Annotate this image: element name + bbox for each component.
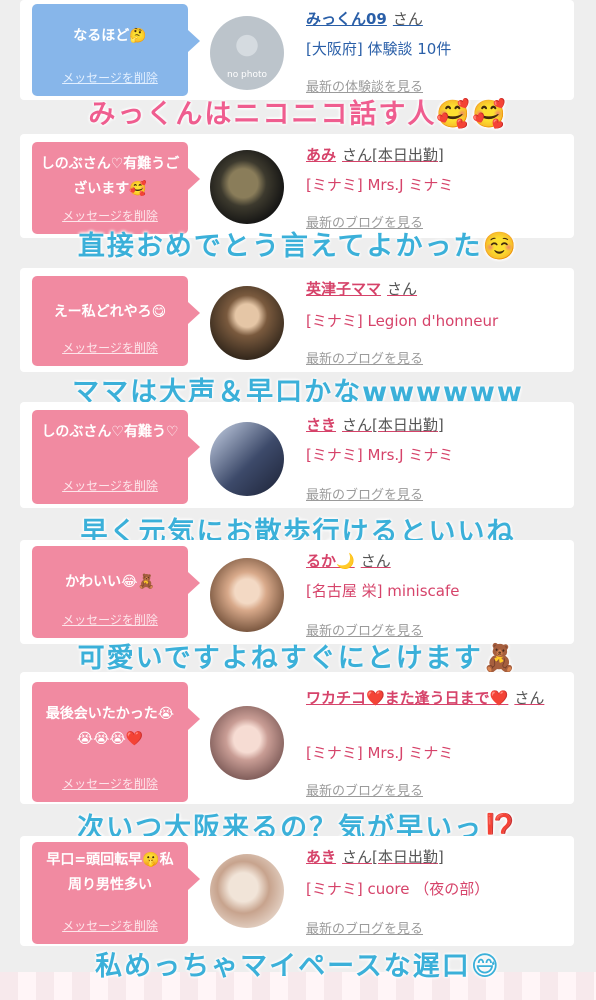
review-card-1: なるほど🤔 メッセージを削除 no photo みっくん09 さん [大阪府] 体… [20, 0, 574, 100]
message-text: かわいい😂🧸 [65, 574, 155, 590]
no-photo-label: no photo [226, 70, 268, 80]
delete-message-link[interactable]: メッセージを削除 [32, 69, 188, 86]
avatar[interactable] [210, 854, 284, 928]
user-name-link[interactable]: みっくん09 さん [306, 8, 423, 29]
message-text: えー私どれやろ😋 [53, 304, 167, 320]
delete-message-link[interactable]: メッセージを削除 [32, 611, 188, 628]
review-card-6: 最後会いたかった😭😭😭😭❤️ メッセージを削除 ワカチコ❤️また逢う日まで❤️ さ… [20, 672, 574, 804]
avatar[interactable]: no photo [210, 16, 284, 90]
latest-link[interactable]: 最新のブログを見る [306, 918, 423, 937]
message-text: 最後会いたかった😭😭😭😭❤️ [45, 706, 175, 747]
avatar[interactable] [210, 558, 284, 632]
suffix: さん[本日出勤] [342, 416, 444, 434]
review-card-7: 早口=頭回転早🤫私周り男性多い メッセージを削除 あき さん[本日出勤] [ミナミ… [20, 836, 574, 946]
user-name-link[interactable]: あき さん[本日出勤] [306, 846, 444, 867]
shop-info: [ミナミ] Legion d'honneur [306, 312, 499, 330]
message-text: しのぶさん♡有難うございます🥰 [40, 156, 180, 197]
delete-message-link[interactable]: メッセージを削除 [32, 207, 188, 224]
message-bubble: 早口=頭回転早🤫私周り男性多い メッセージを削除 [32, 842, 200, 944]
handwritten-caption: 私めっちゃマイペースな遅口😅 [95, 951, 501, 982]
message-text: 早口=頭回転早🤫私周り男性多い [46, 852, 174, 893]
avatar[interactable] [210, 286, 284, 360]
suffix: さん[本日出勤] [342, 848, 444, 866]
shop-info: [ミナミ] Mrs.J ミナミ [306, 446, 454, 464]
shop-info: [ミナミ] cuore （夜の部） [306, 880, 490, 898]
avatar[interactable] [210, 150, 284, 224]
message-text: なるほど🤔 [73, 28, 147, 44]
delete-message-link[interactable]: メッセージを削除 [32, 775, 188, 792]
suffix: さん [387, 280, 418, 298]
message-bubble: 最後会いたかった😭😭😭😭❤️ メッセージを削除 [32, 682, 200, 802]
suffix: さん [514, 689, 545, 707]
user-name-link[interactable]: 英津子ママ さん [306, 278, 417, 299]
review-card-2: しのぶさん♡有難うございます🥰 メッセージを削除 あみ さん[本日出勤] [ミナミ… [20, 134, 574, 238]
shop-info: [大阪府] 体験談 10件 [306, 40, 452, 58]
message-bubble: なるほど🤔 メッセージを削除 [32, 4, 200, 96]
avatar[interactable] [210, 706, 284, 780]
user-name-link[interactable]: ワカチコ❤️また逢う日まで❤️ さん [306, 684, 556, 712]
delete-message-link[interactable]: メッセージを削除 [32, 477, 188, 494]
shop-info: [ミナミ] Mrs.J ミナミ [306, 176, 454, 194]
review-card-4: しのぶさん♡有難う♡ メッセージを削除 さき さん[本日出勤] [ミナミ] Mrs… [20, 402, 574, 508]
latest-link[interactable]: 最新のブログを見る [306, 348, 423, 367]
user-name-link[interactable]: あみ さん[本日出勤] [306, 144, 444, 165]
avatar[interactable] [210, 422, 284, 496]
review-card-5: かわいい😂🧸 メッセージを削除 るか🌙 さん [名古屋 栄] miniscafe … [20, 540, 574, 644]
user-name-link[interactable]: るか🌙 さん [306, 550, 391, 571]
suffix: さん [392, 10, 423, 28]
delete-message-link[interactable]: メッセージを削除 [32, 917, 188, 934]
shop-info: [名古屋 栄] miniscafe [306, 582, 460, 600]
message-bubble: かわいい😂🧸 メッセージを削除 [32, 546, 200, 638]
message-bubble: しのぶさん♡有難うございます🥰 メッセージを削除 [32, 142, 200, 234]
delete-message-link[interactable]: メッセージを削除 [32, 339, 188, 356]
suffix: さん[本日出勤] [342, 146, 444, 164]
message-bubble: しのぶさん♡有難う♡ メッセージを削除 [32, 410, 200, 504]
handwritten-caption: 直接おめでとう言えてよかった☺️ [77, 231, 519, 262]
shop-info: [ミナミ] Mrs.J ミナミ [306, 744, 454, 762]
message-bubble: えー私どれやろ😋 メッセージを削除 [32, 276, 200, 366]
handwritten-caption: 可愛いですよねすぐにとけます🧸 [77, 643, 519, 674]
user-name-link[interactable]: さき さん[本日出勤] [306, 414, 444, 435]
message-text: しのぶさん♡有難う♡ [41, 424, 179, 440]
review-card-3: えー私どれやろ😋 メッセージを削除 英津子ママ さん [ミナミ] Legion d… [20, 268, 574, 372]
latest-link[interactable]: 最新のブログを見る [306, 780, 423, 799]
latest-link[interactable]: 最新のブログを見る [306, 484, 423, 503]
handwritten-caption: みっくんはニコニコ話す人🥰🥰 [88, 99, 508, 130]
suffix: さん [360, 552, 391, 570]
